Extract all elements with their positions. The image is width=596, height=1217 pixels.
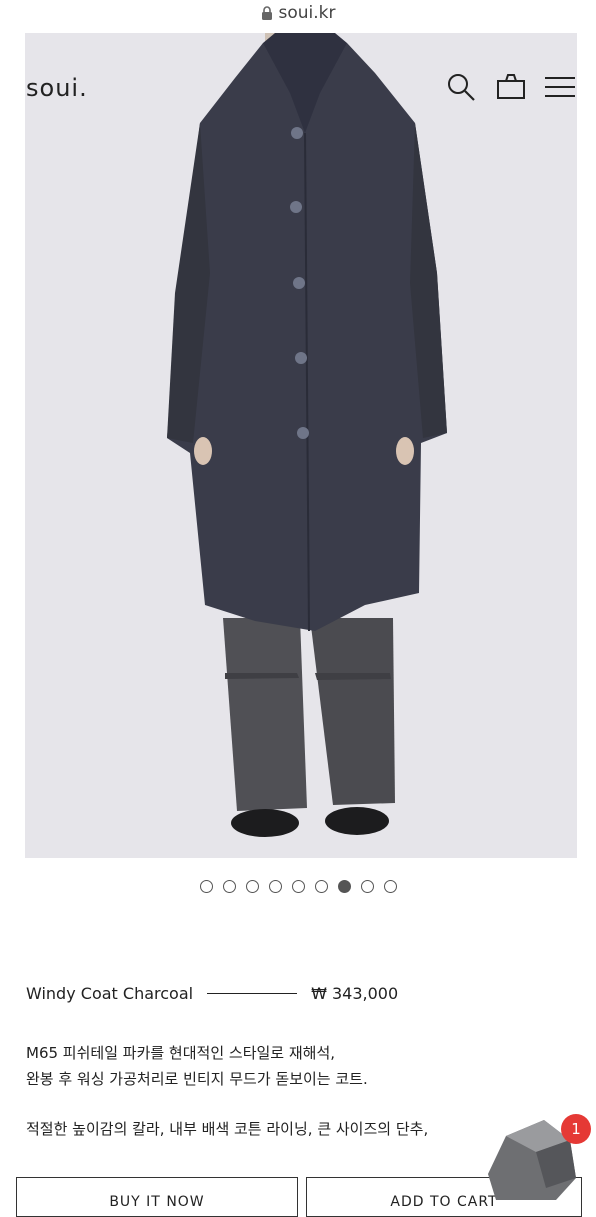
product-info: Windy Coat Charcoal ₩ 343,000 bbox=[26, 981, 576, 1005]
gallery-pagination bbox=[0, 880, 596, 900]
divider-line bbox=[207, 992, 298, 994]
gallery-dot[interactable] bbox=[383, 880, 397, 893]
buy-now-button[interactable]: BUY IT NOW bbox=[16, 1177, 298, 1217]
product-name: Windy Coat Charcoal bbox=[26, 983, 194, 1003]
product-image[interactable] bbox=[25, 33, 577, 858]
description-line: M65 피쉬테일 파카를 현대적인 스타일로 재해석, bbox=[26, 1044, 336, 1062]
site-logo[interactable]: soui. bbox=[26, 74, 88, 102]
url-text: soui.kr bbox=[278, 3, 336, 23]
lock-icon bbox=[261, 6, 272, 20]
gallery-dot[interactable] bbox=[360, 880, 374, 893]
shopping-bag-icon[interactable] bbox=[496, 72, 526, 102]
notification-badge: 1 bbox=[561, 1114, 591, 1144]
gallery-dot[interactable] bbox=[291, 880, 305, 893]
gallery-dot[interactable] bbox=[268, 880, 282, 893]
gallery-dot[interactable] bbox=[337, 880, 351, 893]
description-line: 적절한 높이감의 칼라, 내부 배색 코튼 라이닝, 큰 사이즈의 단추, bbox=[26, 1120, 429, 1138]
product-price: ₩ 343,000 bbox=[311, 983, 399, 1003]
gallery-dot[interactable] bbox=[245, 880, 259, 893]
model-photo bbox=[167, 33, 447, 837]
gallery-dot[interactable] bbox=[199, 880, 213, 893]
product-description: M65 피쉬테일 파카를 현대적인 스타일로 재해석, 완봉 후 워싱 가공처리… bbox=[26, 1040, 566, 1142]
hamburger-menu-icon[interactable] bbox=[544, 72, 576, 102]
gallery-dot[interactable] bbox=[222, 880, 236, 893]
description-line: 완봉 후 워싱 가공처리로 빈티지 무드가 돋보이는 코트. bbox=[26, 1070, 368, 1088]
search-icon[interactable] bbox=[446, 72, 476, 102]
gallery-dot[interactable] bbox=[314, 880, 328, 893]
url-bar[interactable]: soui.kr bbox=[0, 0, 596, 26]
